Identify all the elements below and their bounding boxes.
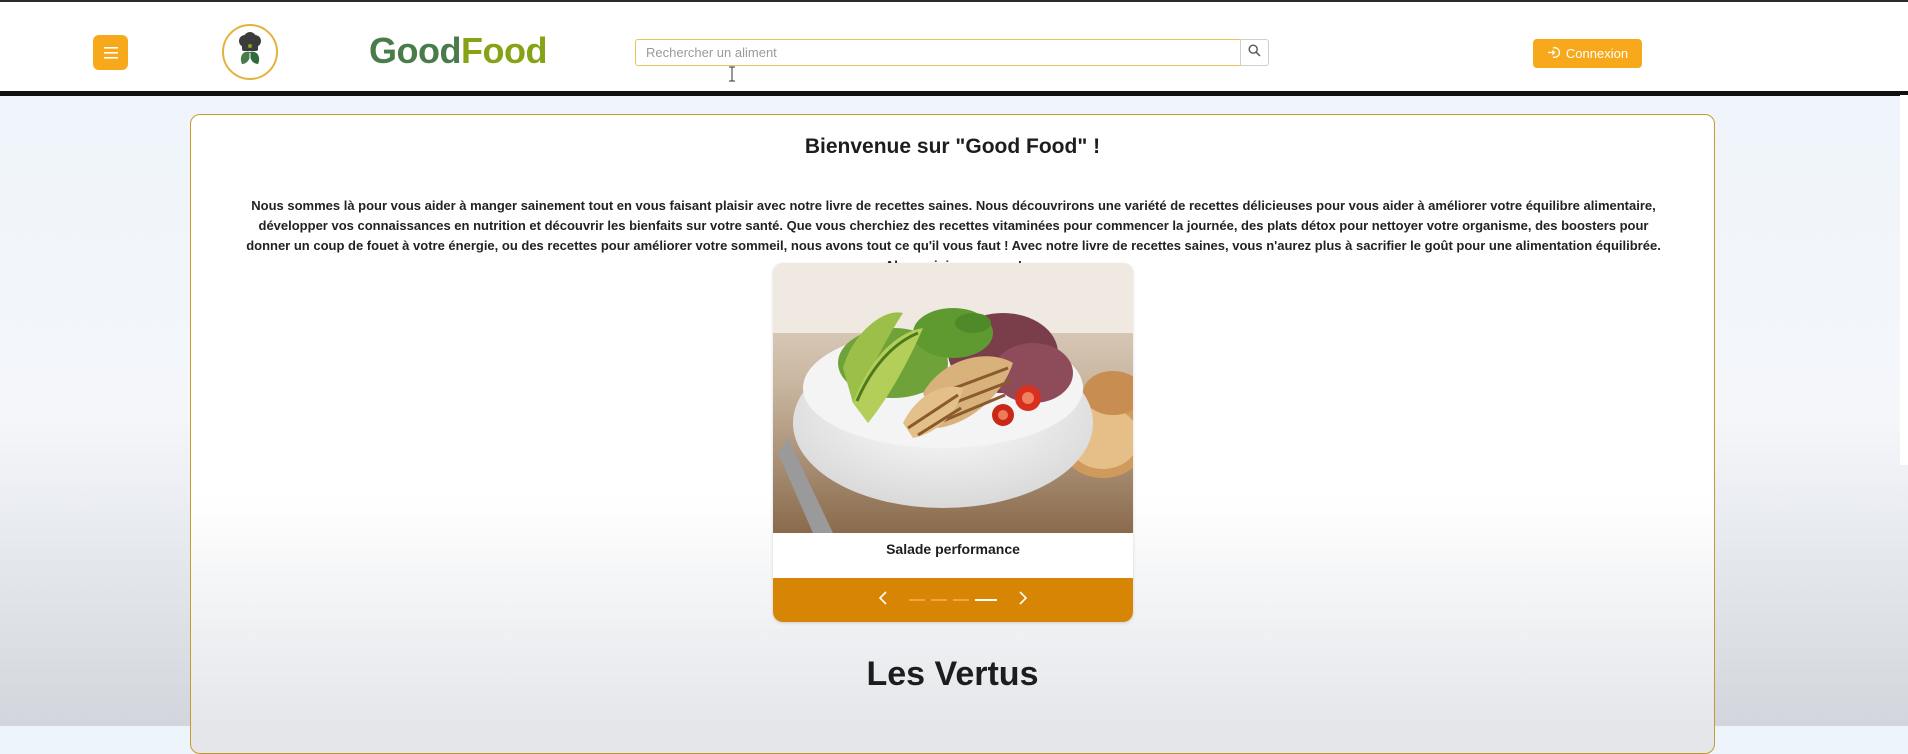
search-input[interactable]	[635, 39, 1240, 66]
chevron-left-icon	[877, 590, 889, 611]
brand-name[interactable]: GoodFood	[369, 30, 547, 72]
carousel-next-button[interactable]	[1013, 590, 1033, 610]
carousel-indicator-active[interactable]	[975, 599, 997, 601]
carousel-prev-button[interactable]	[873, 590, 893, 610]
carousel-indicator[interactable]	[909, 599, 925, 601]
slide-caption: Salade performance	[773, 533, 1133, 578]
salad-image[interactable]	[773, 263, 1133, 533]
carousel-controls	[773, 578, 1133, 622]
search-button[interactable]	[1240, 39, 1269, 66]
chef-hat-leaf-icon	[230, 30, 270, 75]
page-scrollbar[interactable]	[1900, 95, 1908, 465]
search-bar	[635, 39, 1270, 66]
login-icon	[1547, 46, 1560, 62]
carousel-indicator[interactable]	[953, 599, 969, 601]
welcome-title: Bienvenue sur "Good Food" !	[804, 135, 1101, 158]
menu-button[interactable]	[93, 35, 128, 70]
brand-name-good: Good	[369, 30, 461, 71]
search-icon	[1248, 43, 1261, 62]
site-logo[interactable]	[222, 24, 278, 80]
welcome-card: Bienvenue sur "Good Food" ! Nous sommes …	[190, 114, 1715, 754]
section-title-vertus: Les Vertus	[866, 655, 1039, 693]
hamburger-icon	[103, 46, 119, 60]
brand-name-food: Food	[460, 30, 547, 71]
login-label: Connexion	[1565, 46, 1629, 61]
chevron-right-icon	[1017, 590, 1029, 611]
text-cursor-icon	[729, 66, 735, 82]
carousel-indicator[interactable]	[931, 599, 947, 601]
site-header: GoodFood Connexion	[0, 2, 1908, 96]
login-button[interactable]: Connexion	[1533, 39, 1642, 68]
recipe-carousel: Salade performance	[773, 263, 1133, 622]
